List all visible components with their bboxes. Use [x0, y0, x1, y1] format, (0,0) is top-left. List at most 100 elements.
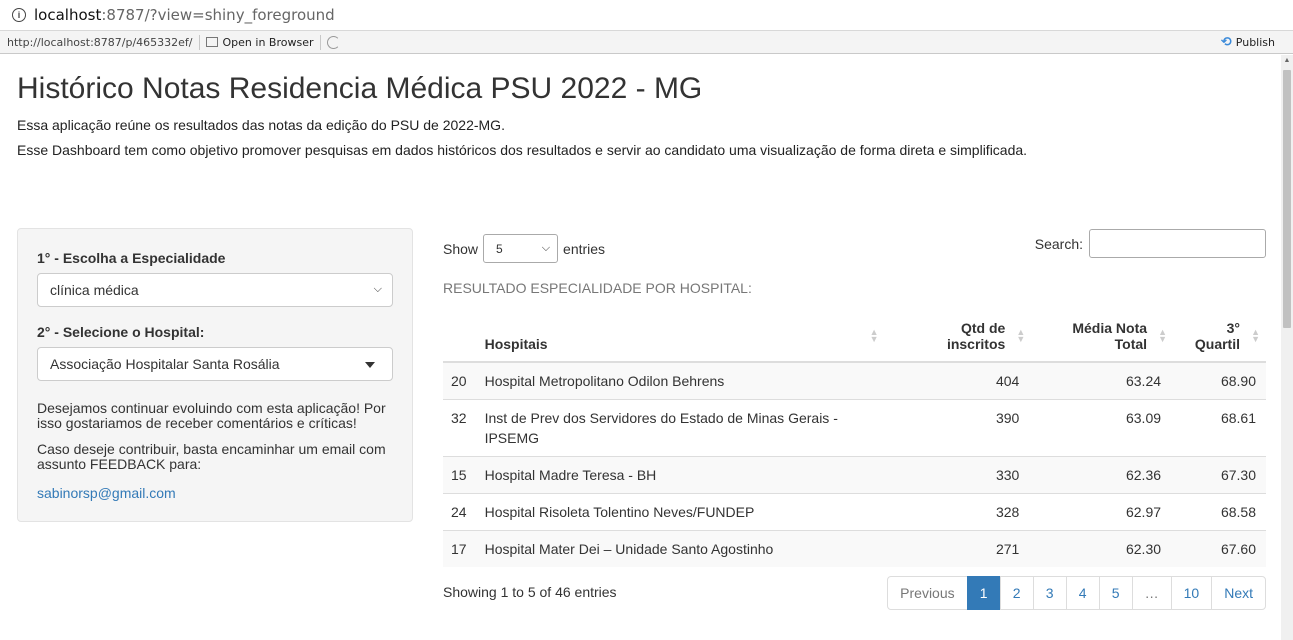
toolbar-divider	[319, 34, 321, 50]
entries-label: entries	[563, 240, 606, 257]
qtd-cell: 328	[884, 493, 1032, 531]
qtd-header-line1: Qtd de	[960, 320, 1006, 336]
media-cell: 62.30	[1031, 530, 1174, 567]
q3-cell: 67.30	[1173, 456, 1266, 494]
caret-down-icon	[365, 362, 375, 368]
refresh-icon[interactable]	[326, 35, 340, 49]
qtd-cell: 271	[884, 530, 1032, 567]
qtd-cell: 390	[884, 399, 1032, 457]
table-row[interactable]: 32 Inst de Prev dos Servidores do Estado…	[443, 399, 1266, 457]
hospital-cell: Hospital Risoleta Tolentino Neves/FUNDEP	[476, 493, 885, 531]
intro-text: Essa aplicação reúne os resultados das n…	[17, 117, 505, 133]
table-row[interactable]: 17 Hospital Mater Dei – Unidade Santo Ag…	[443, 530, 1266, 567]
qtd-cell: 404	[884, 361, 1032, 400]
page-button-10[interactable]: 10	[1170, 576, 1213, 610]
feedback-text: Desejamos continuar evoluindo com esta a…	[37, 400, 386, 431]
results-table: Hospitais ▲ ▼ Qtd de inscritos ▲ ▼ Média N…	[443, 305, 1266, 567]
hospital-value: Associação Hospitalar Santa Rosália	[50, 356, 280, 372]
address-bar[interactable]: i localhost:8787/?view=shiny_foreground	[0, 0, 1293, 31]
media-cell: 63.09	[1031, 399, 1174, 457]
q3-header-line2: Quartil	[1194, 336, 1240, 352]
hospital-select[interactable]: Associação Hospitalar Santa Rosália	[37, 347, 393, 381]
entries-length-control: Show 5 ⌵ entries	[443, 234, 605, 263]
chevron-down-icon: ⌵	[541, 242, 551, 254]
vertical-scrollbar[interactable]: ▲	[1281, 55, 1293, 640]
next-button[interactable]: Next	[1211, 576, 1266, 610]
scroll-up-icon[interactable]: ▲	[1281, 55, 1293, 67]
q3-cell: 67.60	[1173, 530, 1266, 567]
hospitais-header[interactable]: Hospitais ▲ ▼	[476, 305, 885, 363]
feedback-instructions: Caso deseje contribuir, basta encaminhar…	[37, 441, 386, 472]
especialidade-value: clínica médica	[50, 282, 139, 298]
toolbar-url: http://localhost:8787/p/465332ef/	[7, 35, 193, 49]
row-index: 24	[443, 493, 477, 531]
row-index: 32	[443, 399, 477, 457]
q3-header-line1: 3°	[1226, 320, 1240, 336]
row-index: 20	[443, 361, 477, 400]
page-title: Histórico Notas Residencia Médica PSU 20…	[17, 72, 703, 105]
media-cell: 62.97	[1031, 493, 1174, 531]
publish-button[interactable]: ⟲ Publish	[1221, 35, 1275, 50]
media-header-line1: Média Nota	[1072, 320, 1148, 336]
viewer-toolbar: http://localhost:8787/p/465332ef/ Open i…	[0, 31, 1293, 54]
media-cell: 63.24	[1031, 361, 1174, 400]
sort-icon: ▲ ▼	[1016, 327, 1026, 344]
table-row[interactable]: 24 Hospital Risoleta Tolentino Neves/FUN…	[443, 493, 1266, 531]
hospital-cell: Hospital Metropolitano Odilon Behrens	[476, 361, 885, 400]
hospitais-header-label: Hospitais	[484, 336, 548, 352]
sort-icon: ▲ ▼	[1251, 327, 1260, 344]
media-header-line2: Total	[1114, 336, 1148, 352]
qtd-header-line2: inscritos	[946, 336, 1006, 352]
sort-icon: ▲ ▼	[869, 327, 879, 344]
page-button-1[interactable]: 1	[966, 576, 1001, 610]
pagination: Previous 1 2 3 4 5 … 10 Next	[887, 576, 1266, 610]
toolbar-divider	[198, 34, 200, 50]
hospital-label: 2° - Selecione o Hospital:	[37, 324, 205, 340]
search-input[interactable]	[1089, 229, 1266, 258]
window-icon	[205, 37, 218, 47]
open-in-browser-button[interactable]: Open in Browser	[205, 35, 314, 49]
row-index: 17	[443, 530, 477, 567]
scrollbar-thumb[interactable]	[1283, 70, 1291, 328]
info-icon[interactable]: i	[12, 8, 26, 22]
media-cell: 62.36	[1031, 456, 1174, 494]
qtd-cell: 330	[884, 456, 1032, 494]
intro-description: Esse Dashboard tem como objetivo promove…	[17, 142, 1028, 158]
page-button-5[interactable]: 5	[1098, 576, 1133, 610]
entries-value: 5	[496, 241, 503, 256]
previous-button[interactable]: Previous	[887, 576, 968, 610]
url-text[interactable]: localhost:8787/?view=shiny_foreground	[34, 6, 335, 24]
url-path: :8787/?view=shiny_foreground	[101, 6, 335, 24]
page-button-3[interactable]: 3	[1032, 576, 1067, 610]
sidebar-panel: 1° - Escolha a Especialidade clínica méd…	[17, 228, 413, 522]
table-search: Search:	[1035, 229, 1266, 258]
especialidade-select[interactable]: clínica médica ⌵	[37, 273, 393, 307]
entries-select[interactable]: 5 ⌵	[483, 234, 559, 263]
q3-cell: 68.58	[1173, 493, 1266, 531]
table-caption: RESULTADO ESPECIALIDADE POR HOSPITAL:	[443, 280, 752, 296]
search-label: Search:	[1034, 235, 1083, 252]
index-header[interactable]	[443, 305, 477, 363]
email-link[interactable]: sabinorsp@gmail.com	[37, 485, 176, 501]
q3-cell: 68.90	[1173, 361, 1266, 400]
media-nota-header[interactable]: Média Nota Total ▲ ▼	[1031, 305, 1174, 363]
chevron-down-icon: ⌵	[373, 283, 382, 295]
table-header-row: Hospitais ▲ ▼ Qtd de inscritos ▲ ▼ Média N…	[443, 305, 1266, 363]
open-in-browser-label: Open in Browser	[222, 35, 314, 49]
pagination-ellipsis: …	[1131, 576, 1172, 610]
page-button-2[interactable]: 2	[999, 576, 1034, 610]
page-button-4[interactable]: 4	[1065, 576, 1100, 610]
table-info: Showing 1 to 5 of 46 entries	[443, 584, 617, 600]
qtd-inscritos-header[interactable]: Qtd de inscritos ▲ ▼	[884, 305, 1032, 363]
row-index: 15	[443, 456, 477, 494]
hospital-cell: Inst de Prev dos Servidores do Estado de…	[476, 399, 885, 457]
hospital-cell: Hospital Madre Teresa - BH	[476, 456, 885, 494]
quartil-header[interactable]: 3° Quartil ▲ ▼	[1173, 305, 1266, 363]
table-row[interactable]: 15 Hospital Madre Teresa - BH 330 62.36 …	[443, 456, 1266, 494]
especialidade-label: 1° - Escolha a Especialidade	[37, 250, 226, 266]
url-host: localhost	[34, 6, 102, 24]
sort-icon: ▲ ▼	[1158, 327, 1168, 344]
table-row[interactable]: 20 Hospital Metropolitano Odilon Behrens…	[443, 361, 1266, 400]
q3-cell: 68.61	[1173, 399, 1266, 457]
show-label: Show	[443, 240, 479, 257]
